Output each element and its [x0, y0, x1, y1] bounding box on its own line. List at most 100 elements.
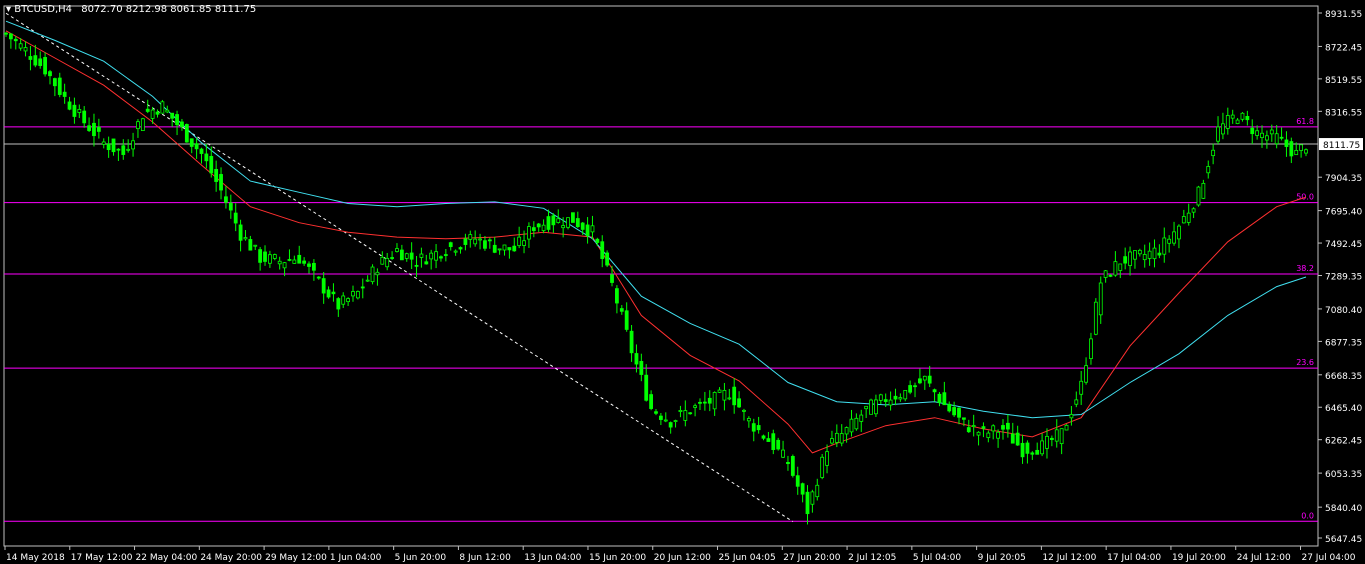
x-tick-label: 29 May 12:00 [265, 553, 327, 563]
candle-body [341, 295, 346, 305]
candle-body [302, 260, 307, 264]
trendline [5, 12, 794, 523]
fib-level-label: 0.0 [1301, 511, 1314, 520]
candle-body [913, 385, 917, 388]
candle-body [1279, 136, 1284, 139]
candle-body [1123, 256, 1128, 264]
candle-body [1093, 301, 1098, 335]
close-value: 8111.75 [214, 4, 257, 15]
candle-body [277, 260, 282, 265]
candle-body [878, 394, 883, 401]
candle-body [600, 241, 605, 259]
y-tick-label: 5840.40 [1325, 504, 1362, 514]
candle-body [546, 216, 551, 230]
y-tick-label: 8519.55 [1325, 76, 1362, 86]
candle-body [932, 389, 937, 393]
candle-body [825, 451, 829, 466]
candle-body [116, 148, 121, 151]
fib-level-label: 38.2 [1296, 264, 1314, 273]
x-tick-label: 2 Jul 12:05 [848, 553, 896, 563]
candle-body [1245, 116, 1250, 121]
candle-body [776, 439, 781, 450]
y-tick-label: 6465.40 [1325, 404, 1362, 414]
candle-body [399, 249, 404, 261]
candle-body [996, 431, 1001, 439]
candle-body [649, 394, 654, 409]
candle-body [1010, 433, 1015, 444]
candle-body [175, 114, 179, 126]
x-tick-label: 14 May 2018 [6, 553, 65, 563]
candle-body [424, 261, 429, 265]
triangle-down-icon[interactable]: ▾ [6, 4, 11, 15]
candle-body [111, 138, 116, 153]
x-tick-label: 1 Jun 04:00 [330, 553, 382, 563]
candle-body [463, 238, 468, 245]
candle-body [1235, 119, 1240, 124]
candle-body [1274, 133, 1279, 145]
candle-body [145, 108, 150, 112]
x-tick-label: 12 Jul 12:00 [1042, 553, 1096, 563]
candle-body [854, 417, 859, 430]
candle-body [209, 155, 214, 174]
y-tick-label: 5647.45 [1325, 535, 1362, 545]
candle-body [1152, 247, 1157, 260]
x-tick-label: 15 Jun 20:00 [589, 553, 646, 563]
candle-body [805, 491, 810, 515]
candle-body [38, 58, 43, 66]
candle-body [380, 256, 385, 265]
y-tick-label: 7080.40 [1325, 306, 1362, 316]
candle-body [360, 286, 365, 289]
candle-body [961, 417, 966, 420]
candle-body [1269, 129, 1274, 135]
candle-body [48, 71, 52, 77]
candle-body [355, 291, 360, 299]
low-value: 8061.85 [170, 4, 212, 15]
candle-body [1299, 144, 1304, 151]
candle-body [1201, 182, 1206, 199]
candle-body [629, 330, 634, 354]
candle-body [927, 375, 932, 384]
candle-body [830, 438, 834, 444]
candle-body [864, 405, 869, 410]
candle-body [844, 427, 849, 435]
candle-body [976, 431, 981, 436]
candle-body [204, 153, 209, 162]
x-tick-label: 19 Jul 20:00 [1172, 553, 1226, 563]
chart-area[interactable]: 8931.55 8722.45 8519.55 8316.55 7904.35 7695.… [0, 0, 1365, 564]
candle-body [517, 236, 522, 246]
candle-body [1030, 452, 1035, 455]
fib-level-label: 23.6 [1296, 358, 1314, 367]
candle-body [610, 274, 614, 283]
candle-body [1250, 127, 1255, 135]
candle-body [1294, 150, 1299, 156]
candle-body [121, 145, 126, 155]
candle-body [150, 109, 155, 119]
candle-body [702, 401, 707, 404]
candle-body [981, 426, 986, 429]
candle-body [820, 456, 825, 478]
candle-body [258, 249, 263, 263]
candle-body [556, 218, 561, 223]
candle-body [1133, 250, 1137, 260]
candle-body [1186, 212, 1191, 223]
plot-frame [3, 5, 1319, 547]
candle-body [155, 111, 160, 115]
candle-body [131, 140, 135, 150]
candle-body [1304, 149, 1308, 154]
open-value: 8072.70 [81, 4, 123, 15]
x-tick-label: 9 Jul 20:05 [978, 553, 1026, 563]
candle-body [404, 253, 409, 259]
candle-body [346, 298, 351, 303]
candle-body [1079, 380, 1084, 395]
candle-body [1289, 141, 1294, 157]
chart-svg[interactable]: 8931.55 8722.45 8519.55 8316.55 7904.35 7695.… [0, 0, 1365, 564]
candle-body [761, 435, 766, 439]
candle-body [1255, 130, 1260, 136]
candle-body [1005, 422, 1010, 430]
candle-body [316, 276, 321, 279]
candle-body [790, 456, 795, 476]
candle-body [1118, 263, 1123, 271]
candle-body [668, 422, 673, 428]
x-tick-label: 17 May 12:00 [71, 553, 133, 563]
candle-body [8, 33, 13, 40]
